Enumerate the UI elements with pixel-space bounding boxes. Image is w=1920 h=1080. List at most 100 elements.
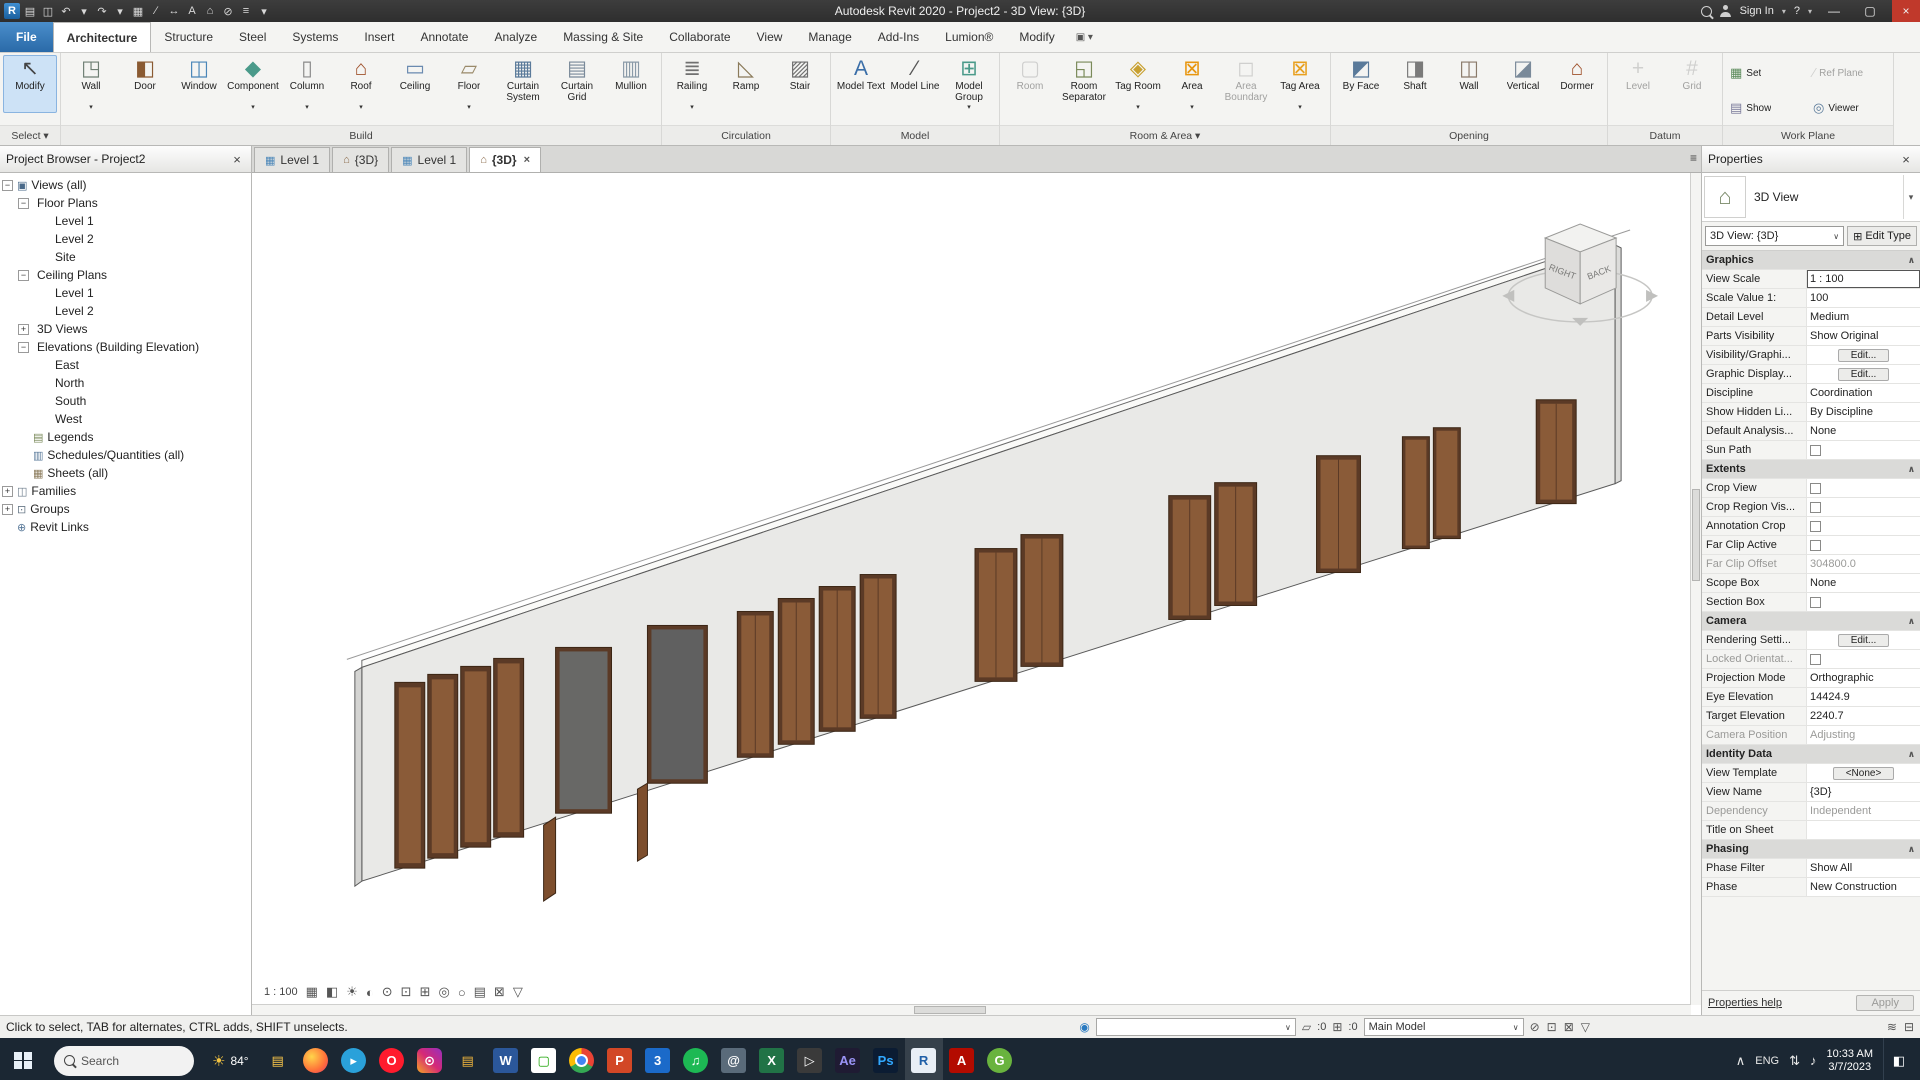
selection-filter-icon[interactable]: ▽ bbox=[1581, 1020, 1590, 1034]
property-row[interactable]: Scope Box None ∧ bbox=[1702, 574, 1920, 593]
ribbon-group-label[interactable]: Select ▾ bbox=[0, 125, 60, 145]
property-value[interactable]: None bbox=[1806, 574, 1920, 592]
property-value[interactable]: <None> bbox=[1806, 764, 1920, 782]
tree-expander-icon[interactable]: − bbox=[18, 198, 29, 209]
ribbon-tab[interactable]: File bbox=[0, 22, 53, 52]
reveal-hidden-elements-icon[interactable]: ○ bbox=[458, 985, 466, 1000]
customize-quick-access-caret-icon[interactable]: ▾ bbox=[256, 3, 272, 19]
property-row[interactable]: Show Hidden Li... By Discipline ∧ bbox=[1702, 403, 1920, 422]
section-collapse-icon[interactable]: ∧ bbox=[1908, 255, 1915, 266]
view-tab[interactable]: ▦ Level 1 bbox=[391, 147, 467, 172]
property-row[interactable]: Parts Visibility Show Original ∧ bbox=[1702, 327, 1920, 346]
spotify-icon[interactable]: ♫ bbox=[677, 1038, 715, 1080]
section-icon[interactable]: ⊘ bbox=[220, 3, 236, 19]
horizontal-scrollbar-thumb[interactable] bbox=[914, 1006, 986, 1014]
ribbon-tab[interactable]: Insert bbox=[351, 22, 407, 52]
view-scale-control[interactable]: 1 : 100 bbox=[264, 986, 298, 998]
property-row[interactable]: View Template <None> ∧ bbox=[1702, 764, 1920, 783]
property-checkbox[interactable] bbox=[1810, 483, 1821, 494]
tree-expander-icon[interactable]: − bbox=[18, 342, 29, 353]
default-3d-view-icon[interactable]: ⌂ bbox=[202, 3, 218, 19]
design-options-caret-icon[interactable]: ∨ bbox=[1513, 1023, 1519, 1032]
property-value[interactable] bbox=[1806, 650, 1920, 668]
tree-item[interactable]: + 3D Views bbox=[0, 320, 251, 338]
excel-icon[interactable]: X bbox=[753, 1038, 791, 1080]
property-row[interactable]: Camera Position Adjusting ∧ bbox=[1702, 726, 1920, 745]
mail-icon[interactable]: @ bbox=[715, 1038, 753, 1080]
property-row[interactable]: Sun Path ∧ bbox=[1702, 441, 1920, 460]
property-row[interactable]: Far Clip Offset 304800.0 ∧ bbox=[1702, 555, 1920, 574]
workset-caret-icon[interactable]: ∨ bbox=[1285, 1023, 1291, 1032]
ribbon-button[interactable]: ◆ Component ▾ bbox=[226, 55, 280, 113]
ribbon-button[interactable]: ◩ By Face ▾ bbox=[1334, 55, 1388, 113]
selection-count-icon[interactable]: ⊟ bbox=[1904, 1020, 1914, 1034]
detail-level-icon[interactable]: ▦ bbox=[306, 984, 318, 1000]
ribbon-button[interactable]: ▤ Curtain Grid ▾ bbox=[550, 55, 604, 113]
type-selector-caret-icon[interactable]: ▾ bbox=[1903, 175, 1918, 219]
apply-button[interactable]: Apply bbox=[1856, 995, 1914, 1011]
ribbon-button[interactable]: # Grid ▾ bbox=[1665, 55, 1719, 113]
weather-widget[interactable]: ☀ 84° bbox=[202, 1052, 259, 1070]
ribbon-tab[interactable]: Add-Ins bbox=[865, 22, 932, 52]
rendering-dialog-icon[interactable]: ⊙ bbox=[382, 984, 393, 1000]
revit-icon[interactable]: R bbox=[905, 1038, 943, 1080]
ribbon-tab[interactable]: Structure bbox=[151, 22, 226, 52]
greenshot-icon[interactable]: G bbox=[981, 1038, 1019, 1080]
maximize-button[interactable]: ▢ bbox=[1856, 0, 1884, 22]
property-value[interactable]: Coordination bbox=[1806, 384, 1920, 402]
ribbon-button[interactable]: ∕ Model Line ▾ bbox=[888, 55, 942, 113]
ribbon-group-label[interactable]: Work Plane bbox=[1723, 125, 1893, 145]
type-selector-combo[interactable]: 3D View: {3D} ∨ bbox=[1705, 226, 1844, 246]
property-value[interactable]: Orthographic bbox=[1806, 669, 1920, 687]
ribbon-tab[interactable]: Annotate bbox=[407, 22, 481, 52]
property-row[interactable]: Visibility/Graphi... Edit... ∧ bbox=[1702, 346, 1920, 365]
folder-icon[interactable]: ▤ bbox=[449, 1038, 487, 1080]
property-value[interactable]: Independent bbox=[1806, 802, 1920, 820]
ribbon-group-label[interactable]: Opening bbox=[1331, 125, 1607, 145]
properties-help-link[interactable]: Properties help bbox=[1708, 997, 1782, 1009]
property-row[interactable]: Camera ∧ bbox=[1702, 612, 1920, 631]
property-row[interactable]: View Name {3D} ∧ bbox=[1702, 783, 1920, 802]
property-row[interactable]: Phase New Construction ∧ bbox=[1702, 878, 1920, 897]
taskbar-search-box[interactable]: Search bbox=[54, 1046, 194, 1076]
property-value[interactable]: {3D} bbox=[1806, 783, 1920, 801]
property-value[interactable]: 1 : 100 bbox=[1806, 270, 1920, 288]
property-value[interactable]: Show All bbox=[1806, 859, 1920, 877]
property-value[interactable]: Medium bbox=[1806, 308, 1920, 326]
open-icon[interactable]: ▤ bbox=[22, 3, 38, 19]
close-button[interactable]: × bbox=[1892, 0, 1920, 22]
property-row[interactable]: Extents ∧ bbox=[1702, 460, 1920, 479]
save-icon[interactable]: ◫ bbox=[40, 3, 56, 19]
section-collapse-icon[interactable]: ∧ bbox=[1908, 616, 1915, 627]
ribbon-button[interactable]: ▭ Ceiling ▾ bbox=[388, 55, 442, 113]
ribbon-button[interactable]: ▢ Room ▾ bbox=[1003, 55, 1057, 113]
revit-logo[interactable]: R bbox=[4, 3, 20, 19]
property-value[interactable] bbox=[1806, 517, 1920, 535]
property-value[interactable] bbox=[1806, 498, 1920, 516]
property-row[interactable]: Rendering Setti... Edit... ∧ bbox=[1702, 631, 1920, 650]
property-row[interactable]: Graphic Display... Edit... ∧ bbox=[1702, 365, 1920, 384]
property-value[interactable]: 14424.9 bbox=[1806, 688, 1920, 706]
ribbon-button[interactable]: ▯ Column ▾ bbox=[280, 55, 334, 113]
tree-expander-icon[interactable]: + bbox=[18, 324, 29, 335]
property-row[interactable]: Far Clip Active ∧ bbox=[1702, 536, 1920, 555]
ribbon-button[interactable]: ▦ Set ▾ bbox=[1726, 60, 1807, 85]
press-drag-icon[interactable]: ⊡ bbox=[1547, 1020, 1557, 1034]
property-value[interactable] bbox=[1806, 441, 1920, 459]
text-icon[interactable]: A bbox=[184, 3, 200, 19]
ribbon-button[interactable]: ▱ Floor ▾ bbox=[442, 55, 496, 113]
help-button[interactable]: ? bbox=[1794, 5, 1800, 17]
network-icon[interactable]: ⇅ bbox=[1789, 1053, 1800, 1069]
firefox-icon[interactable] bbox=[297, 1038, 335, 1080]
tree-expander-icon[interactable]: + bbox=[2, 486, 13, 497]
ribbon-button[interactable]: ⊠ Area ▾ bbox=[1165, 55, 1219, 113]
section-collapse-icon[interactable]: ∧ bbox=[1908, 844, 1915, 855]
acrobat-icon[interactable]: A bbox=[943, 1038, 981, 1080]
measure-icon[interactable]: ∕ bbox=[148, 3, 164, 19]
help-caret-icon[interactable]: ▾ bbox=[1808, 7, 1812, 16]
property-value[interactable] bbox=[1806, 593, 1920, 611]
ribbon-button[interactable]: ⌂ Roof ▾ bbox=[334, 55, 388, 113]
project-browser-close-icon[interactable]: × bbox=[229, 152, 245, 167]
combo-caret-icon[interactable]: ∨ bbox=[1833, 232, 1839, 241]
sun-path-icon[interactable]: ☀ bbox=[346, 984, 358, 1000]
